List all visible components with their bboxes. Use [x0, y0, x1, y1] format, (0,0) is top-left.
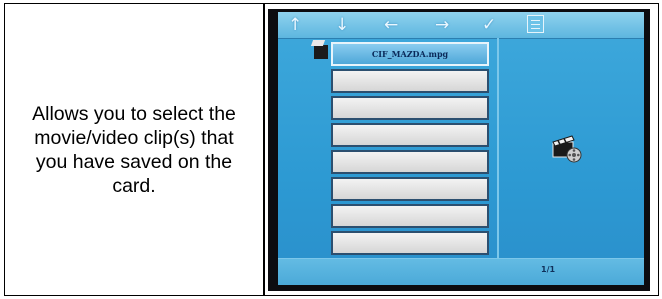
arrow-right-icon[interactable]: →	[435, 15, 449, 35]
file-list-row[interactable]	[331, 177, 489, 201]
description-cell: Allows you to select the movie/video cli…	[5, 4, 263, 295]
description-text: Allows you to select the movie/video cli…	[32, 102, 236, 197]
file-list-row[interactable]: CIF_MAZDA.mpg	[331, 42, 489, 66]
file-list-row[interactable]	[331, 96, 489, 120]
file-list: CIF_MAZDA.mpg	[331, 42, 489, 258]
folder-icon	[314, 45, 328, 59]
page-indicator: 1/1	[541, 265, 556, 274]
arrow-left-icon[interactable]: ←	[384, 15, 398, 35]
file-browser-screen: ↑ ↓ ← → ✓ CIF_MAZDA.mpg 1/1	[278, 12, 644, 285]
table-divider	[263, 4, 265, 295]
file-list-row[interactable]	[331, 150, 489, 174]
file-list-row[interactable]	[331, 231, 489, 255]
arrow-up-icon[interactable]: ↑	[288, 15, 302, 35]
file-list-row[interactable]	[331, 204, 489, 228]
movie-clapper-icon	[552, 135, 582, 163]
file-list-row[interactable]	[331, 123, 489, 147]
toolbar: ↑ ↓ ← → ✓	[278, 12, 644, 39]
list-icon[interactable]	[527, 15, 544, 33]
panel-divider	[497, 38, 499, 258]
arrow-down-icon[interactable]: ↓	[335, 15, 349, 35]
status-bar: 1/1	[278, 258, 644, 285]
file-name-label: CIF_MAZDA.mpg	[371, 49, 449, 59]
tv-screen-photo: ↑ ↓ ← → ✓ CIF_MAZDA.mpg 1/1	[268, 9, 650, 291]
file-list-row[interactable]	[331, 69, 489, 93]
checkmark-icon[interactable]: ✓	[482, 15, 496, 35]
